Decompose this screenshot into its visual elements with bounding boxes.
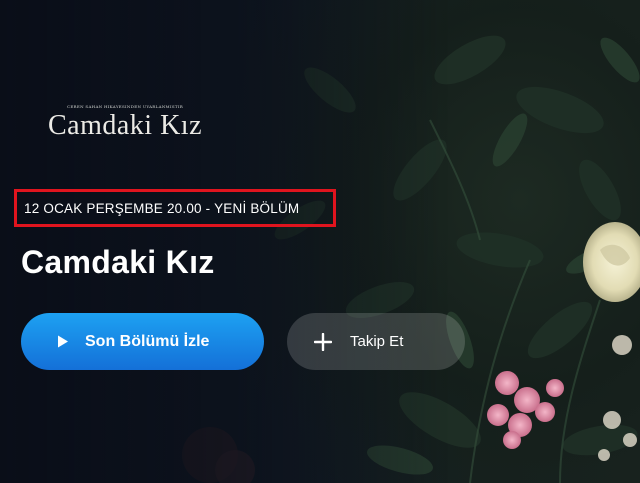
logo-subtitle: CEREN SAHAN HIKAYESINDEN UYARLANMISTIR [66, 104, 184, 109]
page-title: Camdaki Kız [21, 244, 215, 280]
logo-title: Camdaki Kız [47, 110, 203, 141]
show-logo: CEREN SAHAN HIKAYESINDEN UYARLANMISTIR C… [40, 104, 210, 141]
play-icon [57, 335, 71, 349]
air-time-text: 12 OCAK PERŞEMBE 20.00 - YENİ BÖLÜM [24, 200, 300, 216]
watch-latest-episode-button[interactable]: Son Bölümü İzle [21, 313, 264, 370]
air-time-announcement: 12 OCAK PERŞEMBE 20.00 - YENİ BÖLÜM [14, 189, 336, 227]
plus-icon [314, 332, 332, 351]
watch-latest-episode-label: Son Bölümü İzle [85, 332, 210, 350]
follow-label: Takip Et [350, 333, 404, 350]
follow-button[interactable]: Takip Et [287, 313, 465, 370]
